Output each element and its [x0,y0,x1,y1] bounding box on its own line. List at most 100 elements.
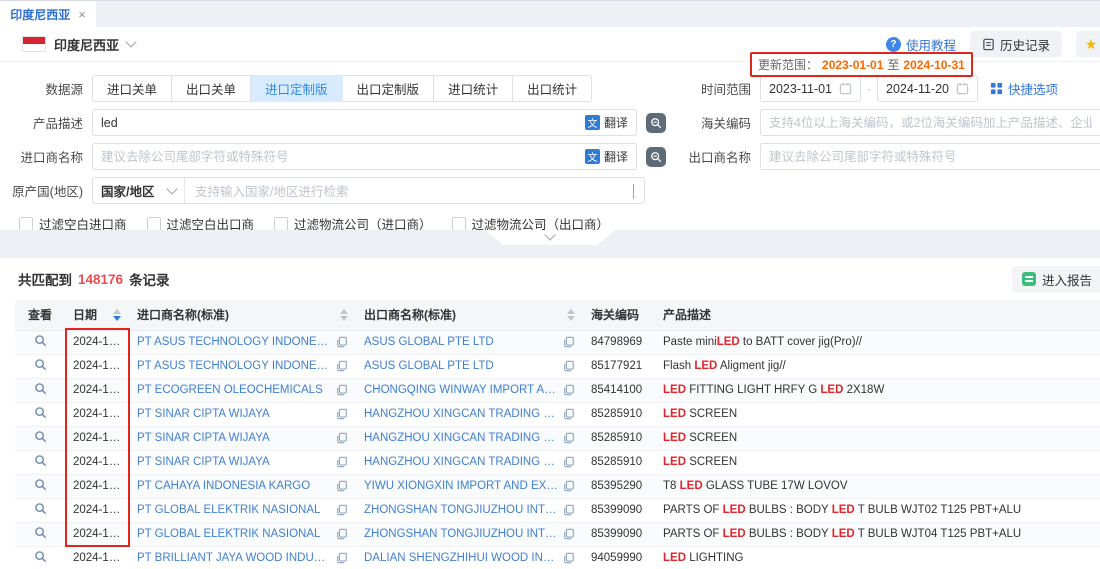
column-header[interactable]: 进口商名称(标准) [129,300,356,330]
view-cell[interactable] [15,474,65,498]
copy-icon[interactable] [336,504,348,516]
view-magnifier-icon[interactable] [34,358,47,371]
view-magnifier-icon[interactable] [34,454,47,467]
exporter-link[interactable]: CHONGQING WINWAY IMPORT AND E... [364,384,559,396]
copy-icon[interactable] [563,384,575,396]
datasource-tab[interactable]: 进口关单 [92,75,172,102]
copy-icon[interactable] [336,552,348,564]
exporter-input[interactable] [769,150,1092,164]
product-desc-input[interactable] [101,116,585,130]
collapse-toggle[interactable] [485,230,615,245]
importer-input[interactable] [101,150,585,164]
importer-link[interactable]: PT CAHAYA INDONESIA KARGO [137,480,310,492]
datasource-tab[interactable]: 出口统计 [513,75,592,102]
tab-indonesia[interactable]: 印度尼西亚 × [0,1,96,27]
importer-link[interactable]: PT ASUS TECHNOLOGY INDONESIA BA... [137,360,332,372]
datasource-tab[interactable]: 出口关单 [172,75,251,102]
importer-link[interactable]: PT ASUS TECHNOLOGY INDONESIA BA... [137,336,332,348]
copy-icon[interactable] [563,504,575,516]
exporter-link[interactable]: ZHONGSHAN TONGJIUZHOU INTERNA... [364,528,559,540]
origin-search-placeholder[interactable]: 支持输入国家/地区进行检索 [185,181,633,200]
exporter-link[interactable]: ZHONGSHAN TONGJIUZHOU INTERNA... [364,504,559,516]
copy-icon[interactable] [336,384,348,396]
view-magnifier-icon[interactable] [34,478,47,491]
date-to-input[interactable]: 2024-11-20 [877,75,978,102]
country-selector[interactable]: 印度尼西亚 [22,35,135,54]
quick-options-link[interactable]: 快捷选项 [990,79,1058,98]
copy-icon[interactable] [336,456,348,468]
exporter-link[interactable]: HANGZHOU XINGCAN TRADING CO LTD [364,408,559,420]
view-cell[interactable] [15,426,65,450]
copy-icon[interactable] [563,408,575,420]
view-magnifier-icon[interactable] [34,526,47,539]
copy-icon[interactable] [563,456,575,468]
column-label: 进口商名称(标准) [137,306,229,323]
view-cell[interactable] [15,402,65,426]
copy-icon[interactable] [336,480,348,492]
view-cell[interactable] [15,450,65,474]
origin-type-select[interactable]: 国家/地区 [93,178,185,203]
precise-search-button[interactable] [646,113,666,133]
history-icon [982,38,995,51]
enter-report-button[interactable]: 进入报告 [1012,266,1100,293]
importer-link[interactable]: PT SINAR CIPTA WIJAYA [137,456,270,468]
copy-icon[interactable] [563,480,575,492]
view-magnifier-icon[interactable] [34,382,47,395]
translate-button[interactable]: 文 翻译 [585,114,628,131]
date-from-input[interactable]: 2023-11-01 [760,75,861,102]
view-cell[interactable] [15,522,65,546]
view-magnifier-icon[interactable] [34,502,47,515]
view-cell[interactable] [15,546,65,569]
copy-icon[interactable] [563,528,575,540]
exporter-link[interactable]: DALIAN SHENGZHIHUI WOOD INDUST... [364,552,559,564]
importer-link[interactable]: PT GLOBAL ELEKTRIK NASIONAL [137,504,320,516]
copy-icon[interactable] [563,552,575,564]
view-magnifier-icon[interactable] [34,406,47,419]
copy-icon[interactable] [563,336,575,348]
importer-link[interactable]: PT BRILLIANT JAYA WOOD INDUSTRY [137,552,332,564]
exporter-link[interactable]: HANGZHOU XINGCAN TRADING CO LTD [364,456,559,468]
datasource-tab[interactable]: 进口统计 [434,75,513,102]
importer-link[interactable]: PT SINAR CIPTA WIJAYA [137,432,270,444]
copy-icon[interactable] [336,528,348,540]
checkbox-icon[interactable] [452,217,466,231]
checkbox-icon[interactable] [274,217,288,231]
sort-icon[interactable] [340,309,348,321]
column-header[interactable]: 出口商名称(标准) [356,300,583,330]
tutorial-button[interactable]: ? 使用教程 [886,35,956,54]
copy-icon[interactable] [336,432,348,444]
exporter-link[interactable]: YIWU XIONGXIN IMPORT AND EXPORT... [364,480,559,492]
copy-icon[interactable] [336,408,348,420]
hs-code-input[interactable] [769,116,1092,130]
checkbox-icon[interactable] [19,217,33,231]
datasource-tab[interactable]: 进口定制版 [251,75,343,102]
column-header[interactable]: 日期 [65,300,129,330]
view-magnifier-icon[interactable] [34,550,47,563]
datasource-tab[interactable]: 出口定制版 [343,75,435,102]
view-cell[interactable] [15,378,65,402]
enter-report-label: 进入报告 [1042,270,1092,289]
exporter-link[interactable]: ASUS GLOBAL PTE LTD [364,360,494,372]
exporter-link[interactable]: ASUS GLOBAL PTE LTD [364,336,494,348]
sort-icon[interactable] [113,309,121,321]
copy-icon[interactable] [563,432,575,444]
history-button[interactable]: 历史记录 [970,31,1062,57]
tab-close-icon[interactable]: × [78,8,86,21]
sort-icon[interactable] [567,309,575,321]
view-cell[interactable] [15,330,65,354]
translate-button[interactable]: 文 翻译 [585,148,628,165]
copy-icon[interactable] [563,360,575,372]
exporter-link[interactable]: HANGZHOU XINGCAN TRADING CO LTD [364,432,559,444]
view-magnifier-icon[interactable] [34,430,47,443]
importer-link[interactable]: PT GLOBAL ELEKTRIK NASIONAL [137,528,320,540]
copy-icon[interactable] [336,336,348,348]
checkbox-icon[interactable] [147,217,161,231]
importer-link[interactable]: PT SINAR CIPTA WIJAYA [137,408,270,420]
view-magnifier-icon[interactable] [34,334,47,347]
copy-icon[interactable] [336,360,348,372]
favorite-button[interactable]: ★ [1076,31,1100,57]
view-cell[interactable] [15,354,65,378]
importer-link[interactable]: PT ECOGREEN OLEOCHEMICALS [137,384,323,396]
view-cell[interactable] [15,498,65,522]
precise-search-button[interactable] [646,147,666,167]
